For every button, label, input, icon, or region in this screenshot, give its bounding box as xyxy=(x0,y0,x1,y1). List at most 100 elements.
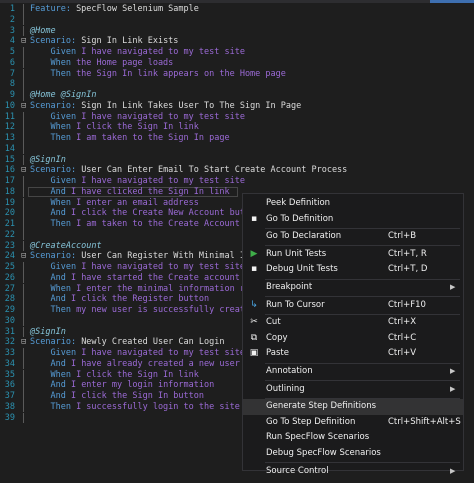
code-line[interactable]: 16 ⊟ Scenario: User Can Enter Email To Sta… xyxy=(0,165,474,176)
menu-item-generate-step-definitions[interactable]: Generate Step Definitions xyxy=(243,399,463,415)
line-number: 22 xyxy=(4,229,15,240)
line-number: 17 xyxy=(4,176,15,186)
menu-item-debug-unit-tests[interactable]: ▪ Debug Unit Tests Ctrl+T, D xyxy=(243,262,463,278)
menu-item-shortcut: Ctrl+T, D xyxy=(388,264,428,275)
line-number: 14 xyxy=(4,143,15,154)
menu-item-run-unit-tests[interactable]: ▶ Run Unit Tests Ctrl+T, R xyxy=(243,247,463,263)
menu-item-annotation[interactable]: Annotation ▶ xyxy=(243,364,463,380)
code-line[interactable]: 5 Given I have navigated to my test site xyxy=(0,47,474,58)
step-text: the Sign In link appears on the Home pag… xyxy=(76,68,286,79)
menu-item-source-control[interactable]: Source Control ▶ xyxy=(243,464,463,480)
code-line[interactable]: 11 Given I have navigated to my test sit… xyxy=(0,111,474,123)
outline-guide xyxy=(23,4,24,15)
code-text: Feature: SpecFlow Selenium Sample xyxy=(30,4,199,15)
menu-item-run-to-cursor[interactable]: ↳ Run To Cursor Ctrl+F10 xyxy=(243,298,463,314)
code-line[interactable]: 14 xyxy=(0,143,474,155)
outline-guide xyxy=(23,326,24,338)
menu-item-copy[interactable]: ⧉ Copy Ctrl+C xyxy=(243,331,463,347)
code-text: @Home xyxy=(30,26,56,37)
code-line[interactable]: 1 Feature: SpecFlow Selenium Sample xyxy=(0,4,474,15)
code-line[interactable]: 17 Given I have navigated to my test sit… xyxy=(0,176,474,187)
code-line[interactable]: 3 @Home xyxy=(0,25,474,37)
code-line[interactable]: 4 ⊟ Scenario: Sign In Link Exists xyxy=(0,36,474,47)
gherkin-tag: @SignIn xyxy=(30,326,66,337)
code-line[interactable]: 6 When the Home page loads xyxy=(0,57,474,69)
code-text: And I enter my login information xyxy=(30,380,214,391)
menu-item-label: Go To Step Definition xyxy=(266,416,356,427)
collapse-icon[interactable]: ⊟ xyxy=(19,165,28,176)
menu-item-go-to-step-definition[interactable]: Go To Step Definition Ctrl+Shift+Alt+S xyxy=(243,415,463,431)
line-number: 38 xyxy=(4,401,15,412)
menu-item-breakpoint[interactable]: Breakpoint ▶ xyxy=(243,280,463,296)
menu-item-label: Go To Definition xyxy=(266,213,334,224)
step-text: I enter an email address xyxy=(76,197,199,208)
code-text: Then I am taken to the Sign In page xyxy=(30,133,229,144)
collapse-icon[interactable]: ⊟ xyxy=(19,251,28,262)
code-line[interactable]: 7 Then the Sign In link appears on the H… xyxy=(0,68,474,80)
code-line[interactable]: 12 When I click the Sign In link xyxy=(0,122,474,133)
line-number: 33 xyxy=(4,348,15,358)
gherkin-keyword: Scenario: xyxy=(30,100,82,111)
cut-icon: ✂ xyxy=(250,317,258,328)
line-number: 5 xyxy=(9,47,15,57)
line-number: 34 xyxy=(4,358,15,369)
code-text: When I click the Sign In link xyxy=(30,122,198,133)
gherkin-keyword: Then xyxy=(30,133,77,143)
submenu-arrow-icon: ▶ xyxy=(450,384,456,393)
gherkin-keyword: When xyxy=(30,122,77,133)
line-number: 26 xyxy=(4,272,15,283)
menu-item-paste[interactable]: ▣ Paste Ctrl+V xyxy=(243,346,463,362)
code-line[interactable]: 10 ⊟ Scenario: Sign In Link Takes User To … xyxy=(0,101,474,112)
outline-guide xyxy=(23,305,24,316)
code-text: And I have started the Create account pr… xyxy=(30,273,260,284)
collapse-icon[interactable]: ⊟ xyxy=(19,36,28,47)
collapse-icon[interactable]: ⊟ xyxy=(19,101,28,112)
gherkin-keyword: Given xyxy=(30,47,82,57)
code-line[interactable]: 13 Then I am taken to the Sign In page xyxy=(0,133,474,144)
code-line[interactable]: 2 xyxy=(0,14,474,26)
line-number: 18 xyxy=(4,186,15,197)
gherkin-keyword: Given xyxy=(30,176,82,186)
code-text: Given I have navigated to my test site xyxy=(30,47,244,58)
menu-item-debug-specflow-scenarios[interactable]: Debug SpecFlow Scenarios xyxy=(243,446,463,462)
menu-item-label: Peek Definition xyxy=(266,198,331,208)
outline-guide xyxy=(23,401,24,413)
step-text: I click the Sign In link xyxy=(76,369,199,380)
line-number: 19 xyxy=(4,197,15,208)
outline-guide xyxy=(23,348,24,359)
gherkin-keyword: When xyxy=(30,197,77,208)
code-text: When I enter the minimal information req… xyxy=(30,284,260,295)
line-number: 32 xyxy=(4,337,15,348)
line-number: 13 xyxy=(4,133,15,143)
code-line[interactable]: 15 @SignIn xyxy=(0,154,474,166)
code-text: And I have already created a new user xyxy=(30,359,239,370)
outline-guide xyxy=(23,186,24,198)
line-number: 9 xyxy=(9,90,15,100)
menu-item-peek-definition[interactable]: Peek Definition xyxy=(243,196,463,212)
menu-item-go-to-declaration[interactable]: Go To Declaration Ctrl+B xyxy=(243,229,463,245)
code-text: When I click the Sign In link xyxy=(30,369,199,381)
code-text: Scenario: Sign In Link Exists xyxy=(30,36,178,47)
code-text: @Home @SignIn xyxy=(30,90,97,101)
line-number: 21 xyxy=(4,219,15,229)
menu-item-outlining[interactable]: Outlining ▶ xyxy=(243,382,463,398)
run-to-cursor-icon: ↳ xyxy=(250,299,258,310)
menu-item-cut[interactable]: ✂ Cut Ctrl+X xyxy=(243,315,463,331)
outline-guide xyxy=(23,283,24,295)
gherkin-keyword: And xyxy=(30,380,71,391)
menu-item-go-to-definition[interactable]: ▪ Go To Definition xyxy=(243,212,463,228)
menu-item-run-specflow-scenarios[interactable]: Run SpecFlow Scenarios xyxy=(243,430,463,446)
code-line[interactable]: 8 xyxy=(0,79,474,90)
outline-guide xyxy=(23,133,24,144)
scroll-indicator xyxy=(430,0,474,3)
gherkin-keyword: Given xyxy=(30,111,82,122)
outline-guide xyxy=(23,111,24,123)
outline-guide xyxy=(23,143,24,155)
outline-guide xyxy=(23,122,24,133)
gherkin-tag: @Home @SignIn xyxy=(30,90,97,100)
line-number: 16 xyxy=(4,165,15,176)
collapse-icon[interactable]: ⊟ xyxy=(19,337,28,348)
menu-item-label: Paste xyxy=(266,348,289,359)
code-line[interactable]: 9 @Home @SignIn xyxy=(0,90,474,101)
code-text: @CreateAccount xyxy=(30,241,102,252)
